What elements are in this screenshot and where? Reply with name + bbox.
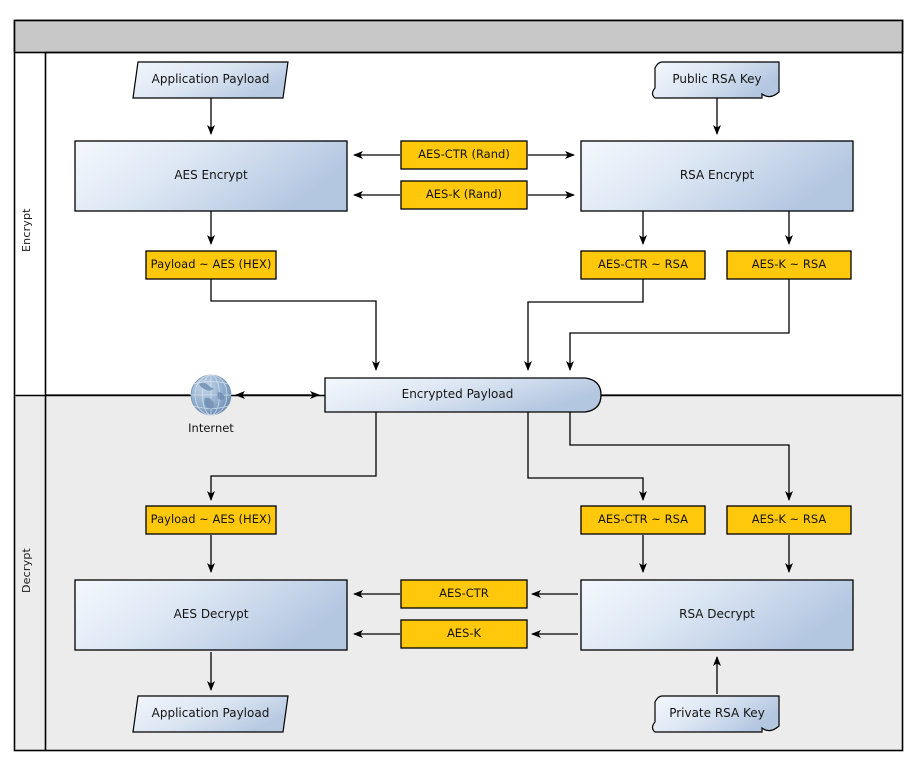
header-bar	[13, 19, 904, 54]
label-internet: Internet	[188, 421, 234, 435]
node-aes-k-rand[interactable]	[400, 180, 528, 210]
lane-label-decrypt: Decrypt	[20, 547, 33, 593]
node-payload-aes-hex-top[interactable]	[145, 250, 277, 280]
internet-globe-icon	[190, 374, 232, 416]
node-rsa-encrypt[interactable]	[580, 140, 854, 212]
node-aes-ctr-rand[interactable]	[400, 140, 528, 170]
diagram-canvas: Encrypt Decrypt Application Payload Publ…	[0, 0, 917, 771]
node-application-payload-out[interactable]	[132, 695, 289, 733]
node-encrypted-payload[interactable]	[324, 377, 602, 413]
node-aes-k-rsa-bottom[interactable]	[726, 505, 852, 535]
node-aes-k-rsa-top[interactable]	[726, 250, 852, 280]
node-application-payload-in[interactable]	[132, 61, 289, 99]
node-aes-ctr-rsa-bottom[interactable]	[580, 505, 706, 535]
lane-label-encrypt: Encrypt	[20, 208, 33, 252]
diagram-svg	[13, 19, 904, 752]
node-aes-k[interactable]	[400, 619, 528, 649]
node-payload-aes-hex-bottom[interactable]	[145, 505, 277, 535]
node-rsa-decrypt[interactable]	[580, 579, 854, 651]
node-public-rsa-key[interactable]	[651, 61, 780, 99]
node-aes-encrypt[interactable]	[74, 140, 348, 212]
node-aes-ctr[interactable]	[400, 579, 528, 609]
node-aes-decrypt[interactable]	[74, 579, 348, 651]
node-private-rsa-key[interactable]	[651, 695, 780, 733]
node-aes-ctr-rsa-top[interactable]	[580, 250, 706, 280]
